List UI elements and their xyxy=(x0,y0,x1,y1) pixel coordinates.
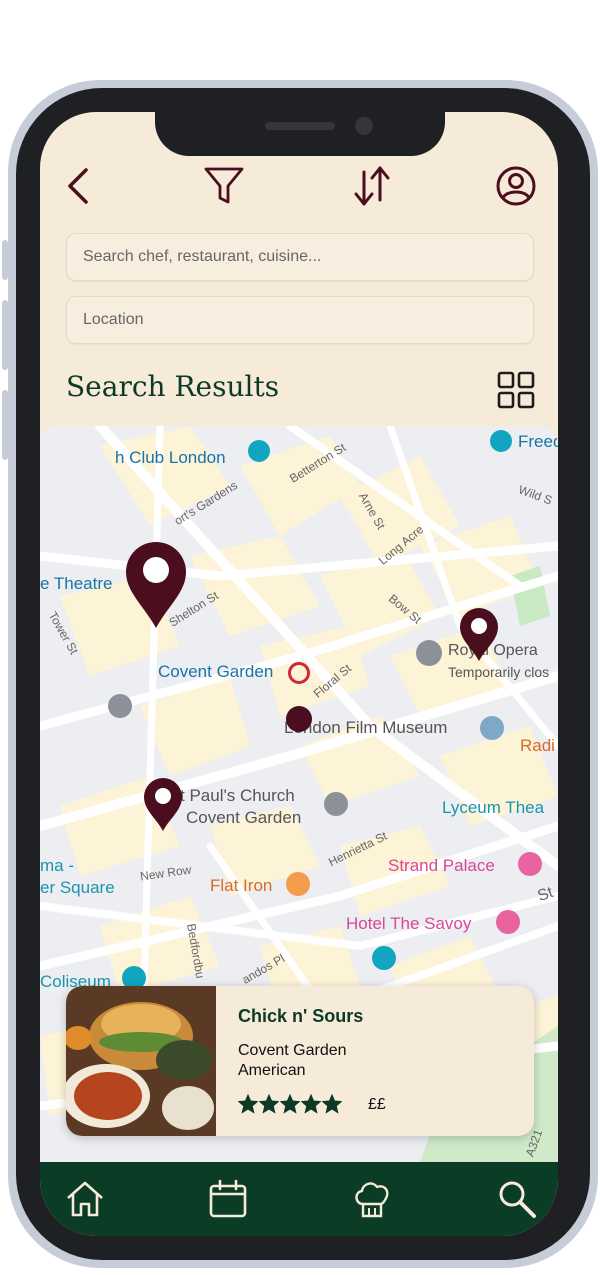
restaurant-photo xyxy=(66,986,216,1136)
underground-icon xyxy=(288,662,310,684)
nav-search[interactable] xyxy=(496,1178,538,1220)
phone-side-button xyxy=(2,390,8,460)
hotel-pin-icon xyxy=(496,910,520,934)
map-pin-icon xyxy=(460,608,498,661)
search-field[interactable] xyxy=(66,233,534,281)
sort-arrows-icon xyxy=(354,166,390,206)
restaurant-marker[interactable] xyxy=(143,778,183,832)
restaurant-marker-large[interactable] xyxy=(124,540,188,630)
star-icon xyxy=(259,1094,279,1114)
map-place-label: er Square xyxy=(40,878,115,897)
front-camera xyxy=(355,117,373,135)
grid-view-icon xyxy=(497,371,535,409)
restaurant-pin-icon xyxy=(108,694,132,718)
nav-calendar[interactable] xyxy=(207,1178,249,1220)
calendar-icon xyxy=(209,1179,247,1218)
location-input[interactable] xyxy=(67,297,513,343)
phone-notch xyxy=(155,112,445,156)
bottom-nav xyxy=(40,1162,558,1236)
rating-stars xyxy=(238,1094,342,1114)
restaurant-name: Chick n' Sours xyxy=(238,1006,364,1026)
user-circle-icon xyxy=(496,166,536,206)
map-pin-icon xyxy=(144,778,182,831)
star-icon xyxy=(301,1094,321,1114)
map-place-label: Covent Garden xyxy=(158,662,274,681)
restaurant-area: Covent Garden xyxy=(238,1042,347,1059)
map-place-label: Strand Palace xyxy=(388,856,495,875)
restaurant-cuisine: American xyxy=(238,1062,306,1079)
price-level: ££ xyxy=(368,1096,386,1113)
star-icon xyxy=(280,1094,300,1114)
map-place-label: t Paul's Church xyxy=(180,786,295,805)
app-screen: Search Results xyxy=(40,112,558,1236)
landmark-pin-icon xyxy=(490,430,512,452)
nav-chefs[interactable] xyxy=(351,1178,393,1220)
restaurant-pin-icon xyxy=(286,872,310,896)
map-place-label: Freed xyxy=(518,432,558,451)
filter-button[interactable] xyxy=(202,164,246,208)
church-pin-icon xyxy=(324,792,348,816)
search-icon xyxy=(499,1181,536,1218)
star-icon xyxy=(322,1094,342,1114)
museum-pin-icon xyxy=(248,440,270,462)
funnel-icon xyxy=(204,167,244,204)
map-place-label: Lyceum Thea xyxy=(442,798,545,817)
sort-button[interactable] xyxy=(350,164,394,208)
hotel-pin-icon xyxy=(518,852,542,876)
back-button[interactable] xyxy=(58,164,102,208)
restaurant-marker[interactable] xyxy=(459,608,499,662)
map-place-label: Radi xyxy=(520,736,555,755)
phone-power-button xyxy=(592,340,598,440)
map-place-label: e Theatre xyxy=(40,574,113,593)
map-place-label: h Club London xyxy=(115,448,226,467)
phone-side-button xyxy=(2,240,8,280)
restaurant-card[interactable]: Chick n' Sours Covent Garden American ££ xyxy=(66,986,534,1136)
map-place-label: Temporarily clos xyxy=(448,664,550,680)
phone-side-button xyxy=(2,300,8,370)
map-place-label: Covent Garden xyxy=(186,808,302,827)
profile-button[interactable] xyxy=(494,164,538,208)
location-field[interactable] xyxy=(66,296,534,344)
star-icon xyxy=(238,1094,258,1114)
current-location-dot[interactable] xyxy=(286,706,312,732)
nav-home[interactable] xyxy=(64,1178,106,1220)
map-place-label: ma - xyxy=(40,856,74,875)
home-icon xyxy=(67,1181,103,1217)
food-photo-icon xyxy=(66,986,216,1136)
map-pin-icon xyxy=(126,542,186,628)
search-input[interactable] xyxy=(67,234,513,280)
museum-pin-icon xyxy=(480,716,504,740)
theatre-pin-icon xyxy=(372,946,396,970)
chef-hat-icon xyxy=(355,1182,389,1218)
map-place-label: Hotel The Savoy xyxy=(346,914,472,933)
grid-view-toggle[interactable] xyxy=(496,370,536,410)
music-pin-icon xyxy=(416,640,442,666)
page-title: Search Results xyxy=(66,370,280,403)
chevron-left-icon xyxy=(68,168,88,204)
map-place-label: Flat Iron xyxy=(210,876,273,895)
speaker-grille xyxy=(265,122,335,130)
